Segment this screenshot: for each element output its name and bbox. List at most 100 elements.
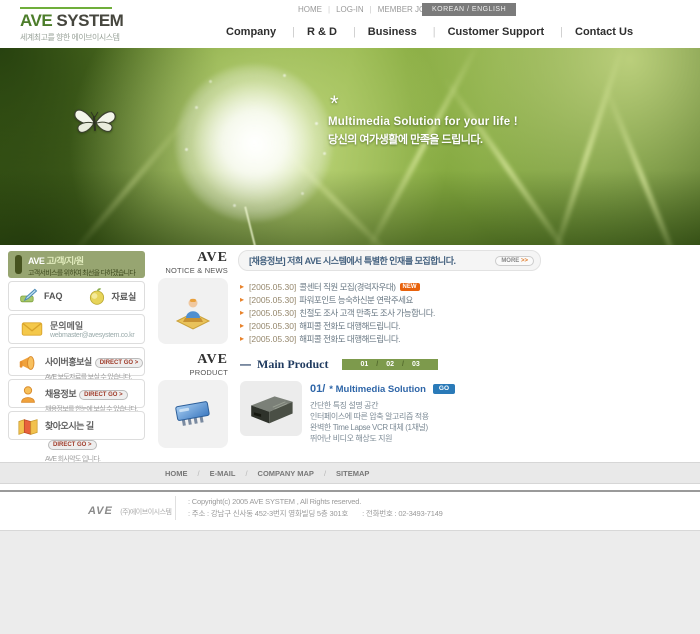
footer-divider [0, 490, 700, 492]
notice-item[interactable]: ▸ [2005.05.30] 친절도 조사 고객 만족도 조사 가능합니다. [240, 306, 540, 319]
notice-item[interactable]: ▸ [2005.05.30] 파워포인트 능숙하신분 연락주세요 [240, 293, 540, 306]
notice-headline[interactable]: [채용정보] 저희 AVE 시스템에서 특별한 인재를 모집합니다. MORE … [238, 250, 541, 271]
more-button[interactable]: MORE >> [495, 256, 534, 266]
sidebar-item-recruit[interactable]: 채용정보DIRECT GO > 채용정보를 한눈에 보실 수 있습니다. [8, 379, 145, 408]
direct-row: 채용정보DIRECT GO > [45, 384, 144, 402]
dandelion-seeds [253, 140, 256, 143]
bullet-icon: ▸ [240, 321, 244, 330]
product-feature-line: 간단한 특징 설명 공간 [310, 400, 545, 411]
archive-label: 자료실 [112, 290, 137, 303]
logo-title: AVE SYSTEM [20, 11, 123, 31]
footer-nav-item[interactable]: E-MAIL [188, 469, 236, 478]
logo[interactable]: AVE SYSTEM 세계최고를 향한 에이브이시스템 [20, 7, 123, 43]
sidebar-item-directions[interactable]: 찾아오시는 길DIRECT GO > AVE 회사약도 입니다. [8, 411, 145, 440]
product-name-link[interactable]: * Multimedia Solution [329, 384, 426, 395]
product-section-label: AVE PRODUCT [158, 352, 228, 377]
direct-title: 사이버홍보실 [45, 355, 92, 368]
footer-address: : 주소 : 강남구 신사동 452-3번지 영화빌딩 5층 301호 [188, 508, 348, 520]
product-label-brand: AVE [158, 352, 228, 368]
main-nav-item[interactable]: Company [224, 26, 278, 38]
language-toggle-button[interactable]: KOREAN / ENGLISH [422, 3, 516, 16]
direct-title: 찾아오시는 길 [45, 419, 94, 432]
page: AVE SYSTEM 세계최고를 향한 에이브이시스템 HOMELOG-INME… [0, 0, 700, 634]
product-tab[interactable]: 01 [356, 361, 372, 368]
main-product-title: Main Product [257, 357, 328, 372]
footer-phone: : 전화번호 : 02-3493-7149 [362, 508, 443, 520]
product-feature-line: 완벽한 Time Lapse VCR 대체 (1채널) [310, 422, 545, 433]
notice-icon-box [158, 278, 228, 344]
direct-go-button[interactable]: DIRECT GO > [79, 390, 128, 400]
sidebar-title: 고/객/지/원 [46, 256, 83, 266]
notice-text: 해피콜 전화도 대행해드립니다. [299, 333, 400, 345]
product-icon-box [158, 380, 228, 448]
product-features: 간단한 특징 설명 공간인터페이스에 따른 압축 알고리즘 적용완벽한 Time… [310, 400, 545, 444]
new-badge: NEW [400, 283, 420, 291]
notice-item[interactable]: ▸ [2005.05.30] 해피콜 전화도 대행해드립니다. [240, 332, 540, 345]
sidebar-item-press[interactable]: 사이버홍보실DIRECT GO > AVE 보도자료를 보실 수 있습니다. [8, 347, 145, 376]
main-nav-item[interactable]: Business [339, 26, 419, 38]
sidebar-brand: AVE [28, 256, 44, 266]
more-arrows-icon: >> [521, 258, 528, 264]
main-nav-item[interactable]: Contact Us [546, 26, 635, 38]
notice-date: [2005.05.30] [249, 295, 296, 305]
hero-subtitle: 당신의 여가생활에 만족을 드립니다. [328, 131, 518, 147]
direct-go-button[interactable]: DIRECT GO > [95, 358, 144, 368]
product-number: 01/ [310, 383, 325, 395]
archive-link[interactable]: 자료실 [77, 286, 145, 306]
sidebar-mail-box[interactable]: 문의메일 webmaster@avesystem.co.kr [8, 314, 145, 344]
product-feature-line: 뛰어난 비디오 해상도 지원 [310, 433, 545, 444]
chip-icon [167, 392, 219, 436]
new-badge-label: NEW [403, 284, 417, 290]
footer-nav-item[interactable]: COMPANY MAP [235, 469, 314, 478]
grass-blade [550, 48, 626, 245]
map-icon [17, 416, 39, 438]
notice-item[interactable]: ▸ [2005.05.30] 콜센터 직원 모집(경력자우대) NEW [240, 280, 540, 293]
go-button[interactable]: GO [433, 384, 455, 395]
footer-copyright: : Copyright(c) 2005 AVE SYSTEM , All Rig… [188, 496, 457, 508]
logo-text-system: SYSTEM [52, 11, 123, 30]
sidebar-header[interactable]: AVE 고/객/지/원 고객서비스를 위하여 최선을 다하겠습니다 [8, 251, 145, 278]
footer-nav-item[interactable]: SITEMAP [314, 469, 369, 478]
footer-navbar: HOMEE-MAILCOMPANY MAPSITEMAP [0, 462, 700, 484]
product-info: 01/ * Multimedia Solution GO 간단한 특징 설명 공… [310, 383, 545, 444]
mail-icon [21, 321, 43, 337]
main-nav-item[interactable]: R & D [278, 26, 339, 38]
direct-row: 찾아오시는 길 DIRECT GO > [45, 416, 144, 452]
product-tab[interactable]: 02 [372, 361, 398, 368]
notice-item[interactable]: ▸ [2005.05.30] 해피콜 전화도 대행해드립니다. [240, 319, 540, 332]
bullet-icon: ▸ [240, 282, 244, 291]
faq-link[interactable]: FAQ [9, 286, 77, 306]
dash-icon: — [240, 359, 251, 371]
main-nav-item[interactable]: Customer Support [419, 26, 546, 38]
utility-nav-item[interactable]: LOG-IN [322, 5, 364, 14]
notice-text: 해피콜 전화도 대행해드립니다. [299, 320, 400, 332]
direct-go-button[interactable]: DIRECT GO > [48, 440, 97, 450]
notice-date: [2005.05.30] [249, 308, 296, 318]
notice-label-brand: AVE [158, 250, 228, 266]
mail-address[interactable]: webmaster@avesystem.co.kr [50, 332, 134, 339]
faq-icon [19, 286, 39, 306]
sidebar-header-subtitle: 고객서비스를 위하여 최선을 다하겠습니다 [28, 268, 145, 278]
footer-text: : Copyright(c) 2005 AVE SYSTEM , All Rig… [175, 496, 457, 520]
sidebar-header-title: AVE 고/객/지/원 [28, 254, 145, 267]
product-title-row: 01/ * Multimedia Solution GO [310, 383, 545, 395]
footer-logo[interactable]: AVE (주)에이브이시스템 [88, 501, 171, 519]
main-nav: CompanyR & DBusinessCustomer SupportCont… [224, 26, 635, 38]
notice-date: [2005.05.30] [249, 334, 296, 344]
dandelion-image [185, 74, 323, 212]
footer-nav-item[interactable]: HOME [165, 469, 188, 478]
notice-text: 콜센터 직원 모집(경력자우대) [299, 281, 395, 293]
product-device-image [244, 389, 298, 429]
product-tab[interactable]: 03 [398, 361, 424, 368]
butterfly-icon [72, 104, 118, 140]
megaphone-icon [17, 352, 39, 374]
bullet-icon: ▸ [240, 334, 244, 343]
footer-logo-sub: (주)에이브이시스템 [120, 509, 171, 516]
notice-date: [2005.05.30] [249, 321, 296, 331]
star-icon: * [330, 94, 518, 114]
logo-accent-bar [20, 7, 112, 9]
utility-nav-item[interactable]: HOME [298, 5, 322, 14]
product-image-box[interactable] [240, 381, 302, 436]
archive-icon [87, 286, 107, 306]
direct-title: 채용정보 [45, 387, 76, 400]
